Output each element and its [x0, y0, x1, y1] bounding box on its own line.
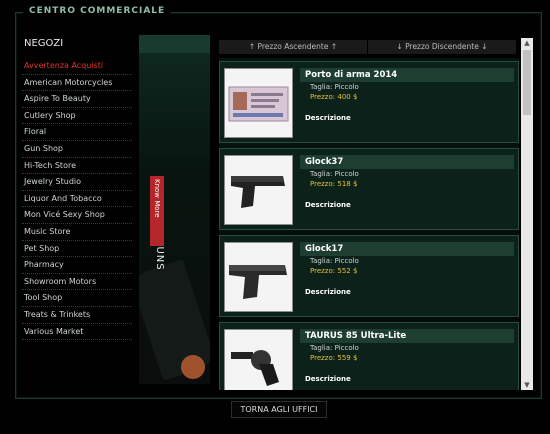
product-card[interactable]: Glock17 Taglia: Piccolo Prezzo: 552 $ De… — [219, 235, 519, 317]
sidebar-item-liquor-and-tobacco[interactable]: Liquor And Tobacco — [22, 191, 132, 208]
sidebar-item-aspire-to-beauty[interactable]: Aspire To Beauty — [22, 91, 132, 108]
product-size: Taglia: Piccolo — [310, 257, 359, 265]
product-card[interactable]: TAURUS 85 Ultra-Lite Taglia: Piccolo Pre… — [219, 322, 519, 390]
sidebar-item-showroom-motors[interactable]: Showroom Motors — [22, 274, 132, 291]
product-name: TAURUS 85 Ultra-Lite — [300, 329, 514, 343]
sidebar-item-mon-vice-sexy-shop[interactable]: Mon Vicé Sexy Shop — [22, 207, 132, 224]
scroll-up-arrow-icon[interactable]: ▲ — [521, 38, 533, 48]
revolver-icon — [224, 329, 293, 390]
description-link[interactable]: Descrizione — [300, 114, 514, 122]
product-size: Taglia: Piccolo — [310, 83, 359, 91]
return-to-offices-button[interactable]: TORNA AGLI UFFICI — [231, 401, 327, 418]
window-title: CENTRO COMMERCIALE — [23, 6, 172, 16]
shop-category-list: Avvertenza Acquisti American Motorcycles… — [22, 58, 132, 341]
sidebar-item-american-motorcycles[interactable]: American Motorcycles — [22, 75, 132, 92]
product-name: Glock17 — [300, 242, 514, 256]
product-list-scrollbar[interactable]: ▲ ▼ — [521, 38, 533, 390]
product-price: Prezzo: 559 $ — [310, 354, 358, 362]
product-price: Prezzo: 518 $ — [310, 180, 358, 188]
description-link[interactable]: Descrizione — [300, 201, 514, 209]
scroll-down-arrow-icon[interactable]: ▼ — [521, 380, 533, 390]
sidebar-item-music-store[interactable]: Music Store — [22, 224, 132, 241]
description-link[interactable]: Descrizione — [300, 375, 514, 383]
hand-guns-banner[interactable]: HAND GUNS Know More — [139, 35, 210, 384]
permit-card-icon — [224, 68, 293, 138]
product-price: Prezzo: 400 $ — [310, 93, 358, 101]
sort-price-descending-button[interactable]: ↓ Prezzo Discendente ↓ — [368, 40, 517, 54]
sidebar-item-gun-shop[interactable]: Gun Shop — [22, 141, 132, 158]
sidebar-item-avvertenza-acquisti[interactable]: Avvertenza Acquisti — [22, 58, 132, 75]
sidebar-item-treats-and-trinkets[interactable]: Treats & Trinkets — [22, 307, 132, 324]
know-more-button[interactable]: Know More — [150, 176, 164, 246]
product-card[interactable]: Porto di arma 2014 Taglia: Piccolo Prezz… — [219, 61, 519, 143]
sidebar-item-pet-shop[interactable]: Pet Shop — [22, 241, 132, 258]
sidebar-item-pharmacy[interactable]: Pharmacy — [22, 257, 132, 274]
bullet-graphic — [181, 355, 205, 379]
sidebar-title: NEGOZI — [24, 38, 64, 49]
product-name: Glock37 — [300, 155, 514, 169]
sort-bar: ↑ Prezzo Ascendente ↑ ↓ Prezzo Discenden… — [219, 40, 517, 54]
pistol-icon — [224, 242, 293, 312]
product-size: Taglia: Piccolo — [310, 344, 359, 352]
sidebar-item-various-market[interactable]: Various Market — [22, 324, 132, 341]
product-size: Taglia: Piccolo — [310, 170, 359, 178]
product-name: Porto di arma 2014 — [300, 68, 514, 82]
description-link[interactable]: Descrizione — [300, 288, 514, 296]
sidebar-item-tool-shop[interactable]: Tool Shop — [22, 290, 132, 307]
sidebar-item-hi-tech-store[interactable]: Hi-Tech Store — [22, 158, 132, 175]
pistol-icon — [224, 155, 293, 225]
sidebar-item-jewelry-studio[interactable]: Jewelry Studio — [22, 174, 132, 191]
product-list: Porto di arma 2014 Taglia: Piccolo Prezz… — [219, 58, 519, 390]
product-price: Prezzo: 552 $ — [310, 267, 358, 275]
scrollbar-thumb[interactable] — [523, 50, 531, 115]
sort-price-ascending-button[interactable]: ↑ Prezzo Ascendente ↑ — [219, 40, 368, 54]
banner-stripe — [139, 35, 210, 53]
sidebar-item-cutlery-shop[interactable]: Cutlery Shop — [22, 108, 132, 125]
sidebar-item-floral[interactable]: Floral — [22, 124, 132, 141]
product-card[interactable]: Glock37 Taglia: Piccolo Prezzo: 518 $ De… — [219, 148, 519, 230]
